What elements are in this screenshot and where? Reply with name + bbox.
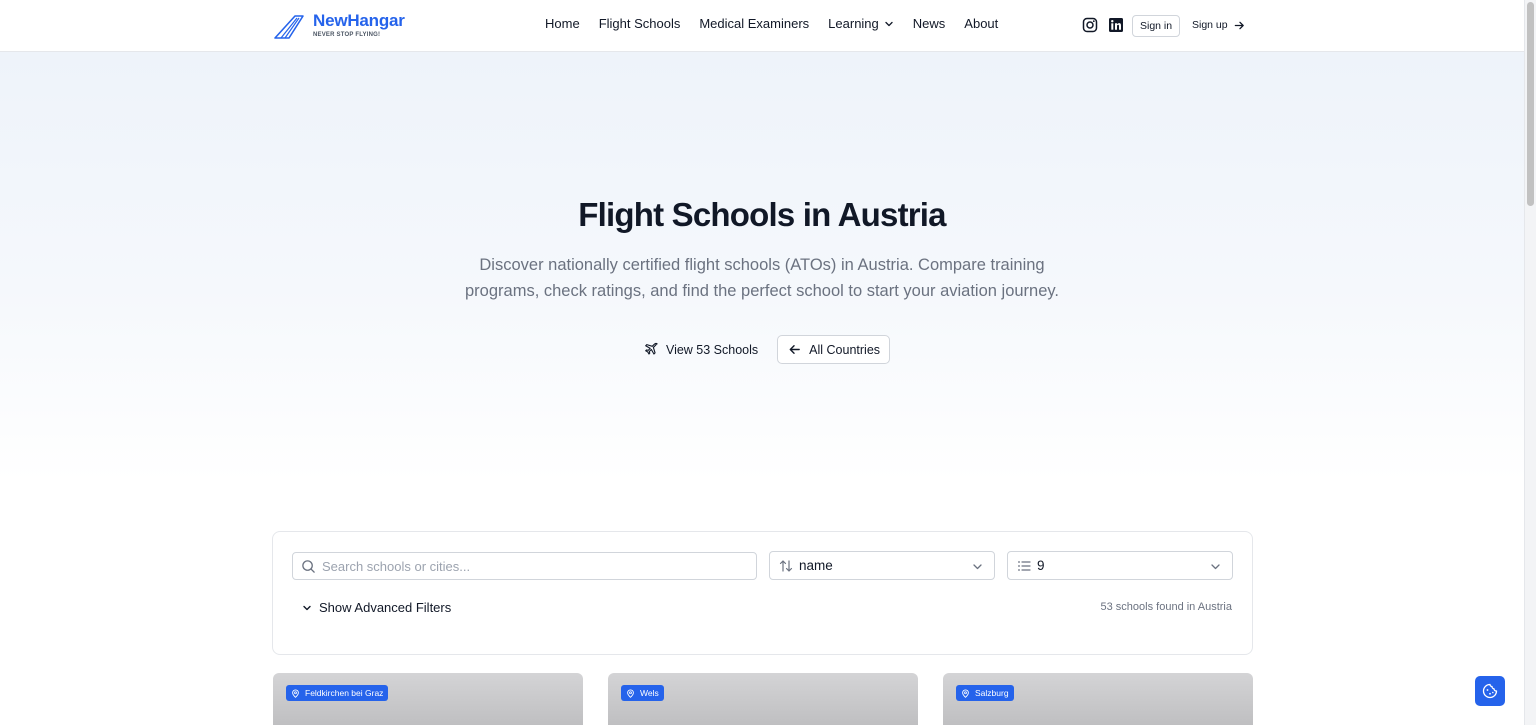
sort-arrows-icon (779, 559, 793, 572)
location-label: Wels (640, 688, 659, 698)
main-nav: Home Flight Schools Medical Examiners Le… (545, 16, 998, 31)
cookie-icon (1482, 683, 1498, 699)
instagram-icon[interactable] (1082, 17, 1098, 33)
social-links (1082, 17, 1134, 33)
sort-value: name (799, 558, 833, 573)
chevron-down-icon (885, 21, 893, 26)
school-card[interactable]: Feldkirchen bei Graz (273, 673, 583, 725)
search-field[interactable] (292, 552, 757, 580)
map-pin-icon (292, 689, 299, 698)
arrow-right-icon (1234, 21, 1244, 29)
location-badge: Wels (621, 685, 664, 701)
site-header: NewHangar NEVER STOP FLYING! Home Flight… (0, 0, 1524, 52)
cookie-settings-button[interactable] (1475, 676, 1505, 706)
search-input[interactable] (322, 558, 742, 574)
hero-section: Flight Schools in Austria Discover natio… (0, 52, 1524, 482)
filter-panel: name 9 Show Advanced Filters 53 schools … (272, 531, 1253, 655)
map-pin-icon (627, 689, 634, 698)
location-badge: Salzburg (956, 685, 1014, 701)
per-page-value: 9 (1037, 558, 1045, 573)
page-scrollbar[interactable] (1524, 0, 1536, 725)
map-pin-icon (962, 689, 969, 698)
sign-up-button[interactable]: Sign up (1192, 19, 1245, 31)
search-icon (302, 559, 315, 573)
nav-medical-examiners[interactable]: Medical Examiners (699, 16, 809, 31)
school-card[interactable]: Salzburg (943, 673, 1253, 725)
location-label: Feldkirchen bei Graz (305, 688, 384, 698)
advanced-filters-label: Show Advanced Filters (319, 600, 452, 615)
logo-tagline: NEVER STOP FLYING! (313, 32, 381, 38)
sign-in-button[interactable]: Sign in (1132, 15, 1181, 37)
list-icon (1018, 560, 1031, 571)
chevron-down-icon (303, 605, 311, 610)
all-countries-button[interactable]: All Countries (777, 335, 891, 364)
view-schools-label: View 53 Schools (665, 342, 759, 357)
nav-learning-label: Learning (828, 16, 879, 31)
chevron-down-icon (1211, 564, 1220, 570)
plane-icon (645, 342, 658, 355)
wing-logo-icon (274, 15, 304, 39)
sort-select[interactable]: name (769, 551, 995, 580)
sign-up-label: Sign up (1192, 19, 1228, 31)
arrow-left-icon (789, 345, 800, 354)
hero-actions: View 53 Schools All Countries (0, 335, 1524, 364)
nav-flight-schools[interactable]: Flight Schools (599, 16, 681, 31)
nav-about[interactable]: About (964, 16, 998, 31)
advanced-filters-toggle[interactable]: Show Advanced Filters (302, 600, 451, 615)
logo-name: NewHangar (313, 11, 405, 30)
nav-news[interactable]: News (913, 16, 946, 31)
hero-description: Discover nationally certified flight sch… (465, 256, 1059, 300)
nav-home[interactable]: Home (545, 16, 580, 31)
linkedin-icon[interactable] (1108, 17, 1124, 33)
school-card[interactable]: Wels (608, 673, 918, 725)
results-count: 53 schools found in Austria (1100, 601, 1232, 613)
per-page-select[interactable]: 9 (1007, 551, 1233, 580)
nav-learning[interactable]: Learning (828, 16, 894, 31)
location-label: Salzburg (975, 688, 1009, 698)
all-countries-label: All Countries (809, 342, 881, 357)
location-badge: Feldkirchen bei Graz (286, 685, 389, 701)
logo[interactable]: NewHangar NEVER STOP FLYING! (273, 12, 405, 40)
view-schools-button[interactable]: View 53 Schools (634, 335, 768, 364)
page-title: Flight Schools in Austria (578, 196, 946, 233)
chevron-down-icon (973, 564, 982, 570)
scrollbar-thumb[interactable] (1527, 2, 1534, 206)
